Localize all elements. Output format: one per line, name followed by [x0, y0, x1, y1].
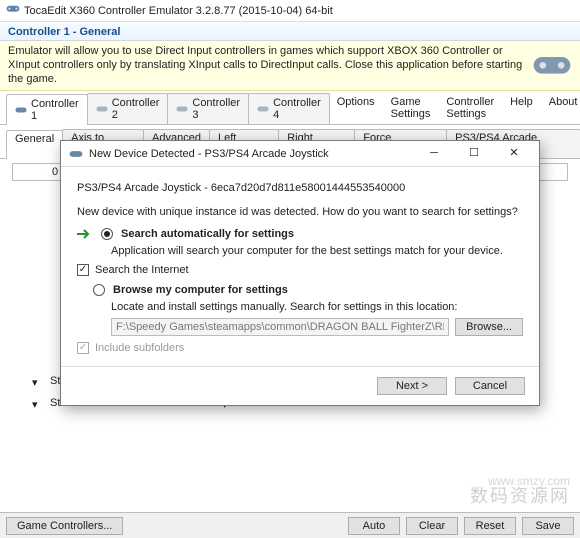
device-id-line: PS3/PS4 Arcade Joystick - 6eca7d20d7d811… — [77, 181, 523, 195]
tab-help[interactable]: Help — [502, 93, 541, 124]
tab-controller-4[interactable]: Controller 4 — [248, 93, 330, 124]
path-input[interactable] — [111, 318, 449, 336]
window-title: TocaEdit X360 Controller Emulator 3.2.8.… — [24, 5, 574, 17]
option-auto-label: Search automatically for settings — [121, 228, 294, 240]
game-controllers-button[interactable]: Game Controllers... — [6, 517, 123, 535]
checkbox-search-internet[interactable] — [77, 264, 89, 276]
gamepad-icon — [96, 104, 108, 114]
main-tabs: Controller 1 Controller 2 Controller 3 C… — [0, 93, 580, 125]
subtab-general[interactable]: General — [6, 130, 63, 159]
titlebar: TocaEdit X360 Controller Emulator 3.2.8.… — [0, 0, 580, 22]
next-button[interactable]: Next > — [377, 377, 447, 395]
reset-button[interactable]: Reset — [464, 517, 516, 535]
option-browse-row[interactable]: Browse my computer for settings — [93, 284, 523, 296]
arrow-right-icon — [77, 229, 93, 239]
checkbox-include-subfolders — [77, 342, 89, 354]
search-internet-label: Search the Internet — [95, 264, 189, 276]
bottom-toolbar: Game Controllers... Auto Clear Reset Sav… — [0, 512, 580, 538]
include-subfolders-label: Include subfolders — [95, 342, 184, 354]
detected-line: New device with unique instance id was d… — [77, 205, 523, 219]
option-browse-desc: Locate and install settings manually. Se… — [111, 300, 523, 314]
clear-button[interactable]: Clear — [406, 517, 458, 535]
tab-about[interactable]: About — [541, 93, 580, 124]
gamepad-icon — [6, 4, 20, 18]
radio-browse[interactable] — [93, 284, 105, 296]
minimize-button[interactable]: ─ — [417, 144, 451, 164]
chevron-down-icon: ▾ — [32, 398, 42, 408]
maximize-button[interactable]: ☐ — [457, 144, 491, 164]
dialog-title: New Device Detected - PS3/PS4 Arcade Joy… — [89, 148, 411, 160]
gamepad-icon — [69, 148, 83, 160]
auto-button[interactable]: Auto — [348, 517, 400, 535]
info-text: Emulator will allow you to use Direct In… — [8, 45, 524, 86]
tab-controller-1[interactable]: Controller 1 — [6, 94, 88, 125]
option-browse-label: Browse my computer for settings — [113, 284, 288, 296]
info-banner: Emulator will allow you to use Direct In… — [0, 41, 580, 91]
gamepad-icon — [15, 105, 27, 115]
save-button[interactable]: Save — [522, 517, 574, 535]
option-auto-row[interactable]: Search automatically for settings — [77, 228, 523, 240]
gamepad-icon — [257, 104, 269, 114]
tab-controller-settings[interactable]: Controller Settings — [438, 93, 502, 124]
chevron-down-icon: ▾ — [32, 376, 42, 386]
option-auto-desc: Application will search your computer fo… — [111, 244, 523, 258]
gamepad-icon — [176, 104, 188, 114]
section-header: Controller 1 - General — [0, 22, 580, 41]
dialog-titlebar[interactable]: New Device Detected - PS3/PS4 Arcade Joy… — [61, 141, 539, 167]
tab-game-settings[interactable]: Game Settings — [383, 93, 439, 124]
cancel-button[interactable]: Cancel — [455, 377, 525, 395]
close-button[interactable]: ✕ — [497, 144, 531, 164]
new-device-dialog: New Device Detected - PS3/PS4 Arcade Joy… — [60, 140, 540, 406]
tab-controller-2[interactable]: Controller 2 — [87, 93, 169, 124]
radio-auto[interactable] — [101, 228, 113, 240]
tab-options[interactable]: Options — [329, 93, 383, 124]
browse-button[interactable]: Browse... — [455, 318, 523, 336]
gamepad-large-icon — [532, 52, 572, 80]
tab-controller-3[interactable]: Controller 3 — [167, 93, 249, 124]
watermark-url: www.smzy.com — [488, 474, 570, 488]
